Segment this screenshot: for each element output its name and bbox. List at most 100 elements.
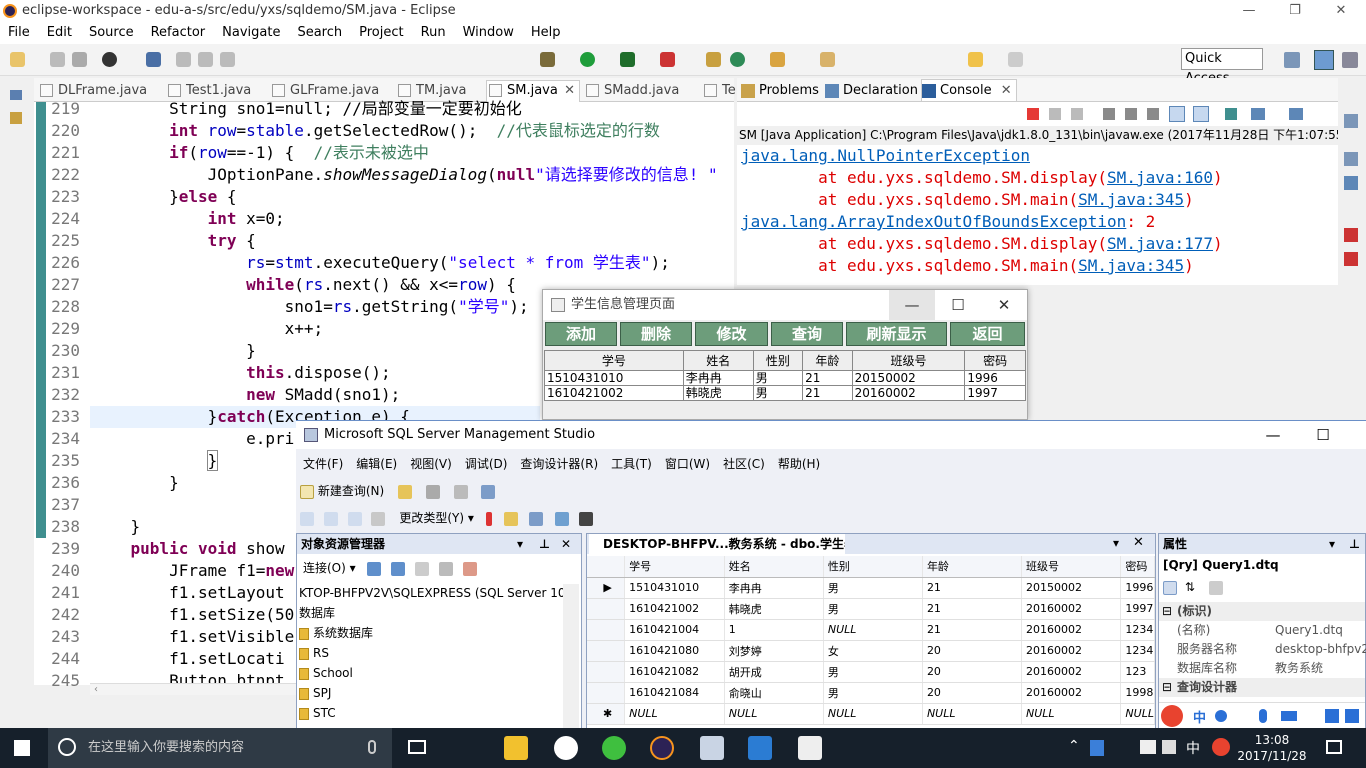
table-row[interactable]: ▶ 1510431010 李冉冉男 21 20150002 1996 — [587, 577, 1155, 599]
row-selector[interactable] — [587, 661, 626, 683]
restore-view-icon[interactable] — [10, 90, 22, 100]
execute-icon[interactable] — [485, 511, 492, 526]
display-console-icon[interactable] — [1251, 108, 1265, 120]
table-row[interactable]: 1610421084 俞晓山男 20 20160002 1998 — [587, 682, 1155, 704]
close-icon[interactable]: ✕ — [561, 534, 571, 554]
new-query-button[interactable]: 新建查询(N) — [300, 484, 384, 499]
cell[interactable]: 1234 — [1120, 640, 1155, 662]
column-header[interactable]: 密码 — [1120, 556, 1155, 578]
tab-student-table[interactable]: DESKTOP-BHFPV...教务系统 - dbo.学生表 — [589, 534, 845, 554]
menu-help[interactable]: Help — [523, 22, 570, 44]
tree-item[interactable]: School — [299, 664, 353, 682]
tab-problems[interactable]: Problems — [741, 82, 819, 100]
filter-icon[interactable] — [438, 561, 453, 576]
close-button[interactable]: ✕ — [1318, 0, 1364, 22]
add-button[interactable]: 添加 — [545, 322, 617, 346]
eclipse-taskbar-icon[interactable] — [650, 736, 674, 760]
menu-window[interactable]: Window — [455, 22, 523, 44]
menu-run[interactable]: Run — [413, 22, 455, 44]
column-header[interactable]: 学号 — [624, 556, 725, 578]
table-row[interactable]: 1610421002 韩晓虎男 21 20160002 1997 — [544, 385, 1026, 401]
refresh-icon[interactable] — [462, 561, 477, 576]
menu-edit[interactable]: 编辑(E) — [349, 453, 403, 475]
back-icon[interactable] — [968, 52, 983, 67]
menu-refactor[interactable]: Refactor — [143, 22, 215, 44]
verify-sql-icon[interactable] — [503, 511, 518, 526]
external-tools-icon[interactable] — [660, 52, 675, 67]
row-selector[interactable]: ✱ — [587, 703, 626, 725]
stacktrace-link[interactable]: SM.java:177 — [1107, 234, 1213, 253]
new-package-icon[interactable] — [706, 52, 721, 67]
remove-all-icon[interactable] — [1071, 108, 1083, 120]
cell[interactable]: 20150002 — [1021, 577, 1122, 599]
row-selector[interactable] — [587, 598, 626, 620]
cell[interactable]: 20160002 — [1021, 661, 1122, 683]
print-icon[interactable] — [453, 484, 468, 499]
resume-icon[interactable] — [176, 52, 191, 67]
query-button[interactable]: 查询 — [771, 322, 843, 346]
cell[interactable]: 1234 — [1120, 619, 1155, 641]
column-header[interactable]: 性别 — [823, 556, 923, 578]
cell[interactable]: 男 — [752, 385, 804, 401]
pin-console-icon[interactable] — [1225, 108, 1237, 120]
cell[interactable]: 李冉冉 — [724, 577, 824, 599]
server-node[interactable]: KTOP-BHFPV2V\SQLEXPRESS (SQL Server 10.5 — [299, 584, 577, 602]
cell[interactable]: 1510431010 — [544, 370, 684, 386]
delete-button[interactable]: 删除 — [620, 322, 692, 346]
cell[interactable]: 男 — [752, 370, 804, 386]
package-explorer-icon[interactable] — [10, 112, 22, 124]
dropdown-icon[interactable]: ▾ — [1113, 536, 1119, 550]
cell[interactable]: 20160002 — [851, 385, 966, 401]
cell[interactable]: 男 — [823, 598, 923, 620]
modify-button[interactable]: 修改 — [695, 322, 768, 346]
volume-icon[interactable] — [1162, 740, 1176, 754]
stop-icon[interactable] — [415, 561, 430, 576]
table-row[interactable]: 1510431010 李冉冉男 21 20150002 1996 — [544, 370, 1026, 386]
shield-icon[interactable] — [1090, 740, 1104, 756]
notifications-icon[interactable] — [1326, 740, 1342, 754]
cell[interactable]: 20 — [922, 640, 1022, 662]
hierarchy-icon[interactable] — [1344, 176, 1358, 190]
criteria-pane-icon[interactable] — [323, 511, 338, 526]
tab-declaration[interactable]: Declaration — [825, 82, 918, 100]
column-header[interactable]: 年龄 — [922, 556, 1022, 578]
cell[interactable]: 20160002 — [1021, 682, 1122, 704]
quick-access-input[interactable]: Quick Access — [1181, 48, 1263, 86]
menu-project[interactable]: Project — [351, 22, 412, 44]
table-row[interactable]: 1610421004 1 NULL 21 20160002 1234 — [587, 619, 1155, 641]
menu-navigate[interactable]: Navigate — [214, 22, 289, 44]
categorized-icon[interactable] — [1163, 580, 1177, 595]
column-header[interactable]: 性别 — [752, 350, 804, 371]
property-row[interactable]: (名称) Query1.dtq — [1159, 621, 1365, 640]
results-grid[interactable]: 学号 姓名 性别 年龄 班级号 密码 ▶ 1510431010 李冉冉男 21 20150002 19… — [587, 556, 1155, 725]
menu-source[interactable]: Source — [81, 22, 143, 44]
open-console-icon[interactable] — [1289, 108, 1303, 120]
cell[interactable]: NULL — [823, 703, 923, 725]
activity-monitor-icon[interactable] — [481, 484, 496, 499]
tab-te[interactable]: Te — [702, 81, 736, 101]
tree-item[interactable]: STC — [299, 704, 336, 722]
cell[interactable]: 1996 — [964, 370, 1026, 386]
menu-community[interactable]: 社区(C) — [716, 453, 771, 475]
task-list-icon[interactable] — [1344, 152, 1358, 166]
search-icon[interactable] — [820, 52, 835, 67]
table-row[interactable]: ✱ NULL NULL NULL NULL NULL NULL — [587, 703, 1155, 725]
back-button[interactable]: 返回 — [950, 322, 1025, 346]
cell[interactable]: 1610421004 — [624, 619, 725, 641]
cell[interactable]: 21 — [922, 619, 1022, 641]
cell[interactable]: NULL — [922, 703, 1022, 725]
cell[interactable]: 1610421002 — [544, 385, 684, 401]
student-table[interactable]: 学号 姓名 性别 年龄 班级号 密码 1510431010 李冉冉男 21 20150… — [544, 350, 1026, 401]
property-category[interactable]: ⊟ (标识) — [1159, 602, 1365, 621]
menu-help[interactable]: 帮助(H) — [771, 453, 826, 475]
object-explorer-scrollbar[interactable] — [563, 584, 579, 730]
cell[interactable]: 男 — [823, 577, 923, 599]
cell[interactable]: 男 — [823, 682, 923, 704]
cell[interactable]: NULL — [1021, 703, 1122, 725]
cell[interactable]: 1610421082 — [624, 661, 725, 683]
java-taskbar-icon[interactable] — [798, 736, 822, 760]
column-header[interactable]: 班级号 — [851, 350, 966, 371]
stacktrace-link[interactable]: java.lang.NullPointerException — [741, 146, 1030, 165]
diagram-pane-icon[interactable] — [300, 511, 314, 526]
cell[interactable]: 刘梦婷 — [724, 640, 824, 662]
